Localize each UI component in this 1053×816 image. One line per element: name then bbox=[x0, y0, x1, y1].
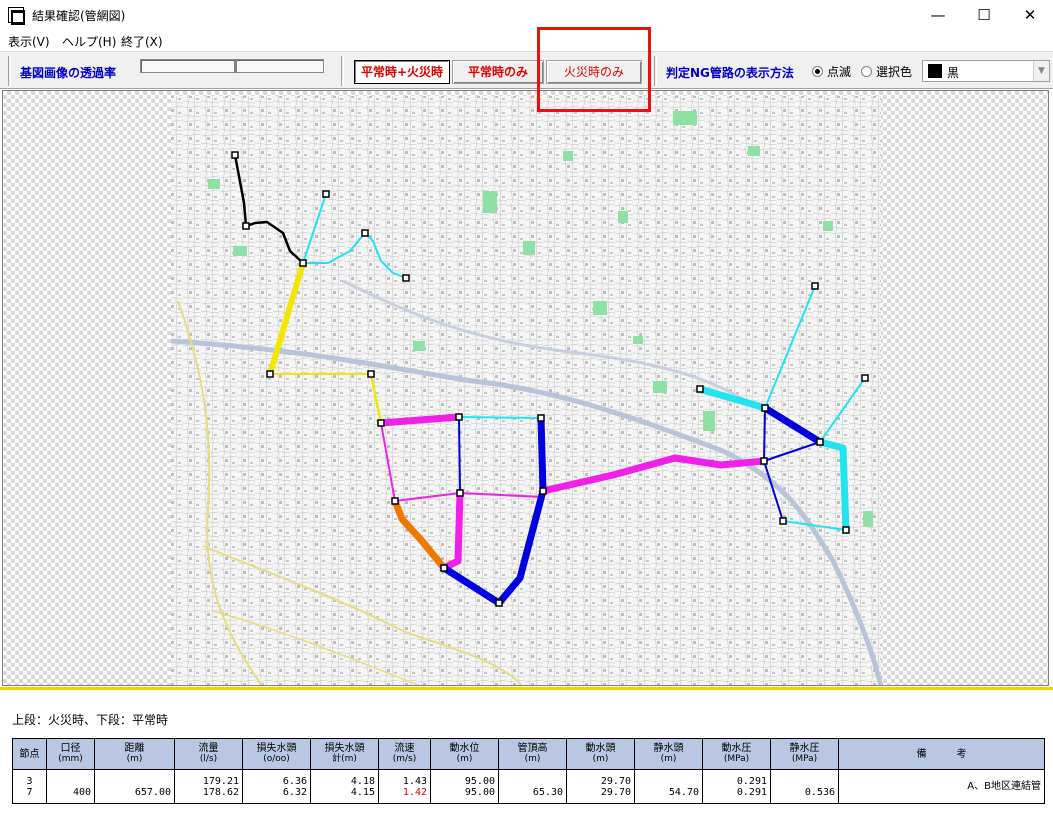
menu-bar: 表示(V) ヘルプ(H) 終了(X) bbox=[0, 30, 1053, 51]
menu-view[interactable]: 表示(V) bbox=[8, 33, 50, 50]
node-marker bbox=[242, 222, 250, 230]
node-marker bbox=[537, 414, 545, 422]
base-map bbox=[170, 96, 884, 685]
node-marker bbox=[539, 487, 547, 495]
minimize-button[interactable]: — bbox=[915, 0, 961, 30]
header-static-head: 静水頭 (m) bbox=[634, 738, 703, 770]
cell-velocity: 1.43 1.42 bbox=[378, 769, 431, 804]
cell-static-head: 54.70 bbox=[634, 769, 703, 804]
mode-both-button[interactable]: 平常時+火災時 bbox=[354, 60, 450, 84]
cell-head-loss: 6.36 6.32 bbox=[242, 769, 311, 804]
result-panel: 上段：火災時、下段：平常時 節点 口径 (mm) 距離 (m) 流量 (l/s) 損失… bbox=[0, 690, 1053, 816]
header-distance: 距離 (m) bbox=[94, 738, 175, 770]
color-swatch bbox=[928, 64, 942, 78]
radio-blink[interactable] bbox=[812, 66, 823, 77]
node-marker bbox=[402, 274, 410, 282]
table-header-row: 節点 口径 (mm) 距離 (m) 流量 (l/s) 損失水頭 (o/oo) 損失水頭計… bbox=[12, 738, 1045, 770]
node-marker bbox=[760, 457, 768, 465]
pipe-blue bbox=[537, 414, 547, 495]
map-canvas[interactable] bbox=[3, 91, 1049, 686]
chevron-down-icon[interactable]: ▼ bbox=[1033, 61, 1049, 81]
node-marker bbox=[779, 517, 787, 525]
app-icon bbox=[8, 7, 25, 25]
transparency-label: 基図画像の透過率 bbox=[20, 66, 117, 80]
cell-hydraulic-level: 95.00 95.00 bbox=[430, 769, 499, 804]
color-select-value: 黒 bbox=[947, 66, 960, 80]
header-node: 節点 bbox=[12, 738, 47, 770]
header-flow: 流量 (l/s) bbox=[174, 738, 243, 770]
node-marker bbox=[456, 489, 464, 497]
header-velocity: 流速 (m/s) bbox=[378, 738, 431, 770]
cell-pipe-top-height: 65.30 bbox=[498, 769, 567, 804]
header-diameter: 口径 (mm) bbox=[46, 738, 95, 770]
pipe-blue bbox=[763, 407, 766, 462]
pipe-cyan bbox=[458, 416, 542, 419]
toolbar-separator bbox=[654, 56, 657, 86]
result-caption: 上段：火災時、下段：平常時 bbox=[12, 713, 169, 727]
ng-color-select[interactable]: 黒 ▼ bbox=[922, 60, 1050, 82]
cell-distance: 657.00 bbox=[94, 769, 175, 804]
result-table: 節点 口径 (mm) 距離 (m) 流量 (l/s) 損失水頭 (o/oo) 損失水頭計… bbox=[12, 738, 1045, 804]
header-dynamic-head: 動水頭 (m) bbox=[566, 738, 635, 770]
node-marker bbox=[231, 151, 239, 159]
cell-dynamic-pressure: 0.291 0.291 bbox=[702, 769, 771, 804]
node-marker bbox=[455, 413, 463, 421]
node-marker bbox=[440, 564, 448, 572]
pipe-blue bbox=[458, 416, 461, 494]
title-bar: 結果確認(管網図) — ☐ ✕ bbox=[0, 0, 1053, 30]
node-marker bbox=[495, 599, 503, 607]
menu-exit[interactable]: 終了(X) bbox=[121, 33, 163, 50]
node-marker bbox=[322, 190, 330, 198]
table-row[interactable]: 37 400 657.00 179.21 178.62 6.36 6.32 4.18… bbox=[12, 769, 1045, 804]
window-title: 結果確認(管網図) bbox=[32, 9, 126, 23]
header-head-loss-total: 損失水頭 計(m) bbox=[310, 738, 379, 770]
toolbar: 基図画像の透過率 平常時+火災時 平常時のみ 火災時のみ 判定NG管路の表示方法… bbox=[0, 51, 1053, 89]
cell-static-pressure: 0.536 bbox=[770, 769, 839, 804]
node-marker bbox=[361, 229, 369, 237]
node-marker bbox=[842, 526, 850, 534]
close-button[interactable]: ✕ bbox=[1007, 0, 1053, 30]
node-marker bbox=[861, 374, 869, 382]
radio-select-color-label[interactable]: 選択色 bbox=[876, 63, 912, 80]
header-head-loss: 損失水頭 (o/oo) bbox=[242, 738, 311, 770]
toolbar-separator bbox=[8, 56, 11, 86]
node-marker bbox=[299, 259, 307, 267]
pipe-network-map[interactable] bbox=[2, 90, 1049, 686]
maximize-button[interactable]: ☐ bbox=[961, 0, 1007, 30]
cell-head-loss-total: 4.18 4.15 bbox=[310, 769, 379, 804]
header-hydraulic-level: 動水位 (m) bbox=[430, 738, 499, 770]
ng-display-label: 判定NG管路の表示方法 bbox=[666, 66, 794, 80]
highlight-box bbox=[537, 27, 651, 112]
header-dynamic-pressure: 動水圧 (MPa) bbox=[702, 738, 771, 770]
header-pipe-top-height: 管頂高 (m) bbox=[498, 738, 567, 770]
slider-thumb[interactable] bbox=[234, 59, 237, 73]
menu-help[interactable]: ヘルプ(H) bbox=[62, 33, 116, 50]
node-marker bbox=[761, 404, 769, 412]
node-marker bbox=[696, 385, 704, 393]
node-marker bbox=[816, 438, 824, 446]
cell-remarks: A、B地区連結管 bbox=[838, 769, 1045, 804]
cell-dynamic-head: 29.70 29.70 bbox=[566, 769, 635, 804]
mode-normal-button[interactable]: 平常時のみ bbox=[452, 60, 544, 84]
node-marker bbox=[391, 497, 399, 505]
node-marker bbox=[266, 370, 274, 378]
cell-flow: 179.21 178.62 bbox=[174, 769, 243, 804]
node-marker bbox=[377, 419, 385, 427]
header-static-pressure: 静水圧 (MPa) bbox=[770, 738, 839, 770]
radio-blink-label[interactable]: 点滅 bbox=[827, 63, 851, 80]
cell-node: 37 bbox=[12, 769, 47, 804]
radio-select-color[interactable] bbox=[861, 66, 872, 77]
transparency-slider[interactable] bbox=[140, 59, 324, 73]
node-marker bbox=[811, 282, 819, 290]
header-remarks: 備 考 bbox=[838, 738, 1045, 770]
cell-diameter: 400 bbox=[46, 769, 95, 804]
toolbar-separator bbox=[341, 56, 344, 86]
node-marker bbox=[367, 370, 375, 378]
